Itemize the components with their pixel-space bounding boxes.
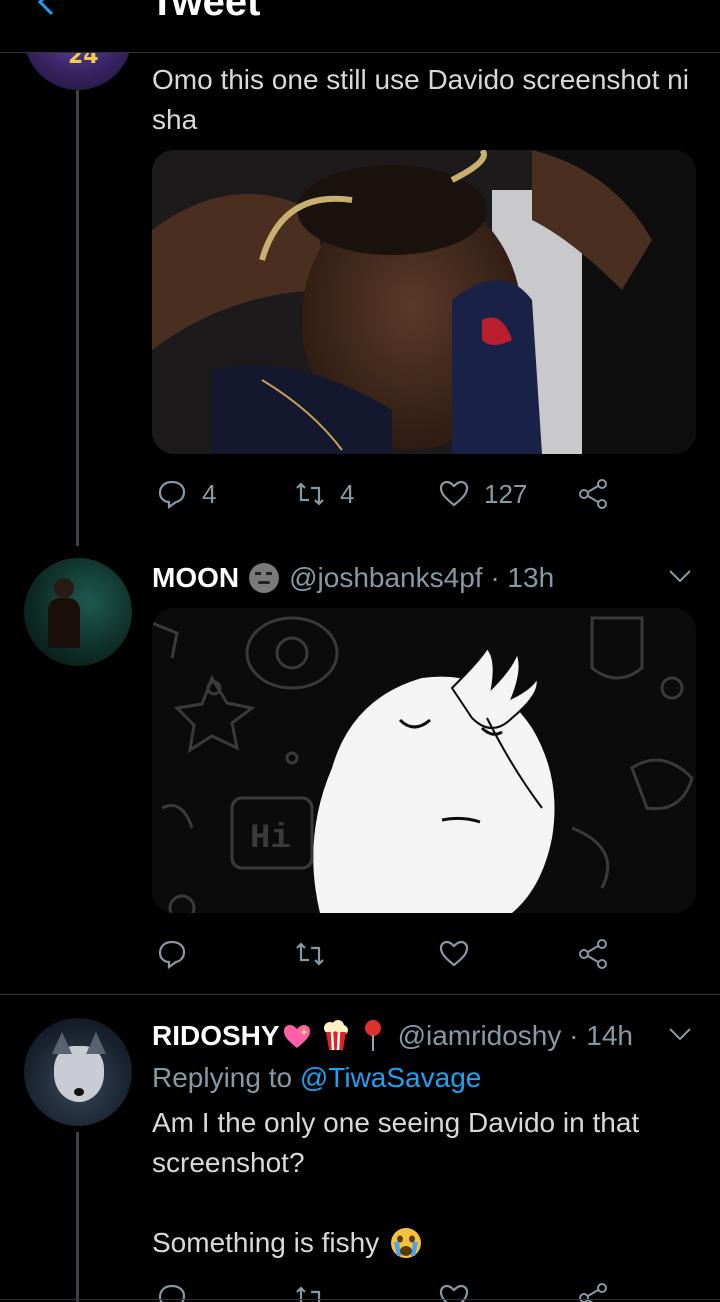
- thread-line: [76, 1132, 79, 1302]
- handle-and-time: @iamridoshy · 14h: [397, 1020, 633, 1051]
- bottom-divider: [0, 1299, 720, 1300]
- tweet-actions: [152, 934, 672, 974]
- retweet-button[interactable]: [294, 934, 326, 974]
- tweet-header: MOON @joshbanks4pf · 13h: [152, 560, 554, 596]
- thread-line: [76, 90, 79, 546]
- share-button[interactable]: [578, 934, 610, 974]
- retweet-icon: [296, 942, 324, 966]
- reply-mention-link[interactable]: @TiwaSavage: [300, 1062, 481, 1093]
- tweet-text: Omo this one still use Davido screenshot…: [152, 64, 689, 135]
- photo-illustration: [152, 150, 696, 454]
- share-icon: [579, 479, 607, 509]
- retweet-icon: [296, 482, 324, 506]
- back-arrow-icon[interactable]: [30, 0, 64, 20]
- share-icon: [579, 939, 607, 969]
- share-button[interactable]: [578, 474, 610, 514]
- avatar-husky-ear: [86, 1032, 106, 1054]
- reply-count: 4: [202, 478, 217, 509]
- tweet-divider: [0, 994, 720, 995]
- like-count: 127: [484, 478, 528, 509]
- display-name[interactable]: MOON: [152, 560, 239, 596]
- display-name[interactable]: RIDOSHY: [152, 1018, 280, 1054]
- like-button[interactable]: [438, 934, 470, 974]
- hi-badge: Hi: [250, 820, 291, 858]
- tweet-image[interactable]: Hi: [152, 608, 696, 913]
- page-title: Tweet: [150, 0, 261, 24]
- tweet-actions: 4 4 127: [152, 474, 672, 514]
- retweet-button[interactable]: 4: [294, 474, 354, 514]
- crying-face-icon: [391, 1228, 422, 1258]
- avatar-figure-head: [54, 578, 74, 598]
- avatar[interactable]: [24, 558, 132, 666]
- reply-button[interactable]: [156, 934, 188, 974]
- avatar-husky-ear: [52, 1032, 72, 1054]
- tweet-text: Am I the only one seeing Davido in that …: [152, 1107, 640, 1258]
- retweet-count: 4: [340, 478, 355, 509]
- avatar-figure-body: [48, 598, 80, 648]
- heart-icon: [439, 940, 469, 967]
- popcorn-icon: [323, 1020, 348, 1051]
- sparkling-heart-icon: [283, 1025, 310, 1048]
- top-bar: Tweet: [0, 0, 720, 53]
- meme-illustration: [152, 608, 696, 913]
- chevron-down-icon[interactable]: [666, 562, 694, 590]
- tweet-image[interactable]: [152, 150, 696, 454]
- heart-icon: [439, 480, 469, 507]
- tweet-header: RIDOSHY @iamridoshy · 14h: [152, 1018, 633, 1054]
- reply-button[interactable]: 4: [156, 474, 216, 514]
- avatar-husky-nose: [74, 1088, 84, 1096]
- handle-and-time: @joshbanks4pf · 13h: [289, 562, 555, 593]
- like-button[interactable]: 127: [438, 474, 527, 514]
- reply-icon: [158, 480, 186, 510]
- chevron-down-icon[interactable]: [666, 1020, 694, 1048]
- reply-icon: [158, 940, 186, 970]
- avatar[interactable]: [24, 1018, 132, 1126]
- smirk-face-icon: [249, 563, 280, 593]
- round-pushpin-icon: [364, 1020, 381, 1051]
- replying-to: Replying to @TiwaSavage: [152, 1062, 482, 1093]
